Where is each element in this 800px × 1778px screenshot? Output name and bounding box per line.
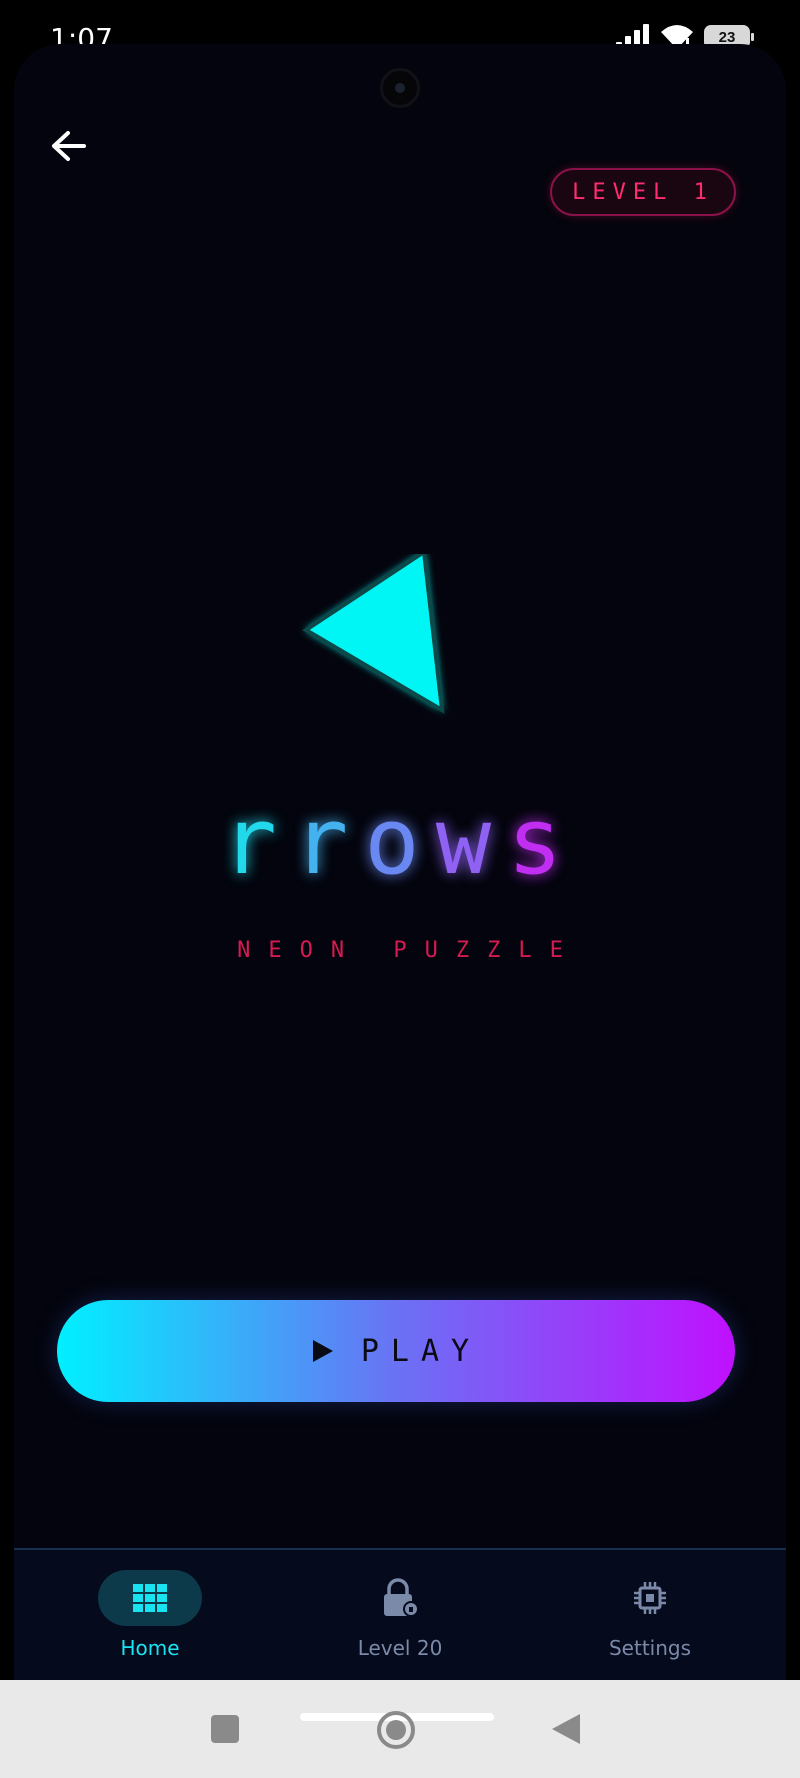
- chip-icon: [634, 1582, 666, 1614]
- triangle-back-icon: [552, 1714, 580, 1744]
- system-nav-bar: [0, 1680, 800, 1778]
- nav-icon-container: [598, 1570, 702, 1626]
- nav-item-level[interactable]: Level 20: [280, 1550, 520, 1680]
- logo-letter: s: [507, 788, 579, 895]
- bottom-nav: Home Level 20 Settings: [14, 1548, 786, 1680]
- triangle-arrow-icon: [302, 548, 445, 714]
- logo-wordmark: rrows: [14, 796, 786, 888]
- logo-letter: r: [221, 788, 293, 895]
- logo-letter: o: [364, 788, 436, 895]
- arrow-left-icon: [52, 131, 86, 161]
- nav-label: Home: [120, 1636, 180, 1660]
- circle-home-icon: [377, 1711, 415, 1749]
- nav-label: Settings: [608, 1636, 692, 1660]
- back-button[interactable]: [38, 116, 98, 176]
- app-frame: LEVEL 1 rrows NEON PUZZLE PLAY Home Leve…: [14, 44, 786, 1680]
- grid-icon: [133, 1584, 167, 1612]
- nav-item-settings[interactable]: Settings: [530, 1550, 770, 1680]
- logo-letter: w: [435, 788, 508, 895]
- system-back-button[interactable]: [550, 1712, 582, 1751]
- nav-icon-container: [98, 1570, 202, 1626]
- square-icon: [211, 1715, 239, 1743]
- nav-icon-container: [348, 1570, 452, 1626]
- nav-label: Level 20: [357, 1636, 443, 1660]
- play-icon: [312, 1340, 333, 1362]
- play-button[interactable]: PLAY: [57, 1300, 735, 1402]
- screen: 1:07 23 LEVEL 1 rrows NEON PUZZLE PLAY H…: [0, 0, 800, 1778]
- lock-icon: [384, 1578, 419, 1617]
- recents-button[interactable]: [210, 1714, 240, 1749]
- play-label: PLAY: [360, 1333, 482, 1369]
- battery-level: 23: [718, 28, 736, 46]
- level-badge: LEVEL 1: [550, 168, 736, 216]
- tagline: NEON PUZZLE: [237, 938, 581, 963]
- camera-cutout-icon: [380, 68, 420, 108]
- logo-letter: r: [292, 788, 365, 895]
- nav-item-home[interactable]: Home: [30, 1550, 270, 1680]
- home-button[interactable]: [376, 1710, 416, 1755]
- logo-arrow: [284, 548, 474, 754]
